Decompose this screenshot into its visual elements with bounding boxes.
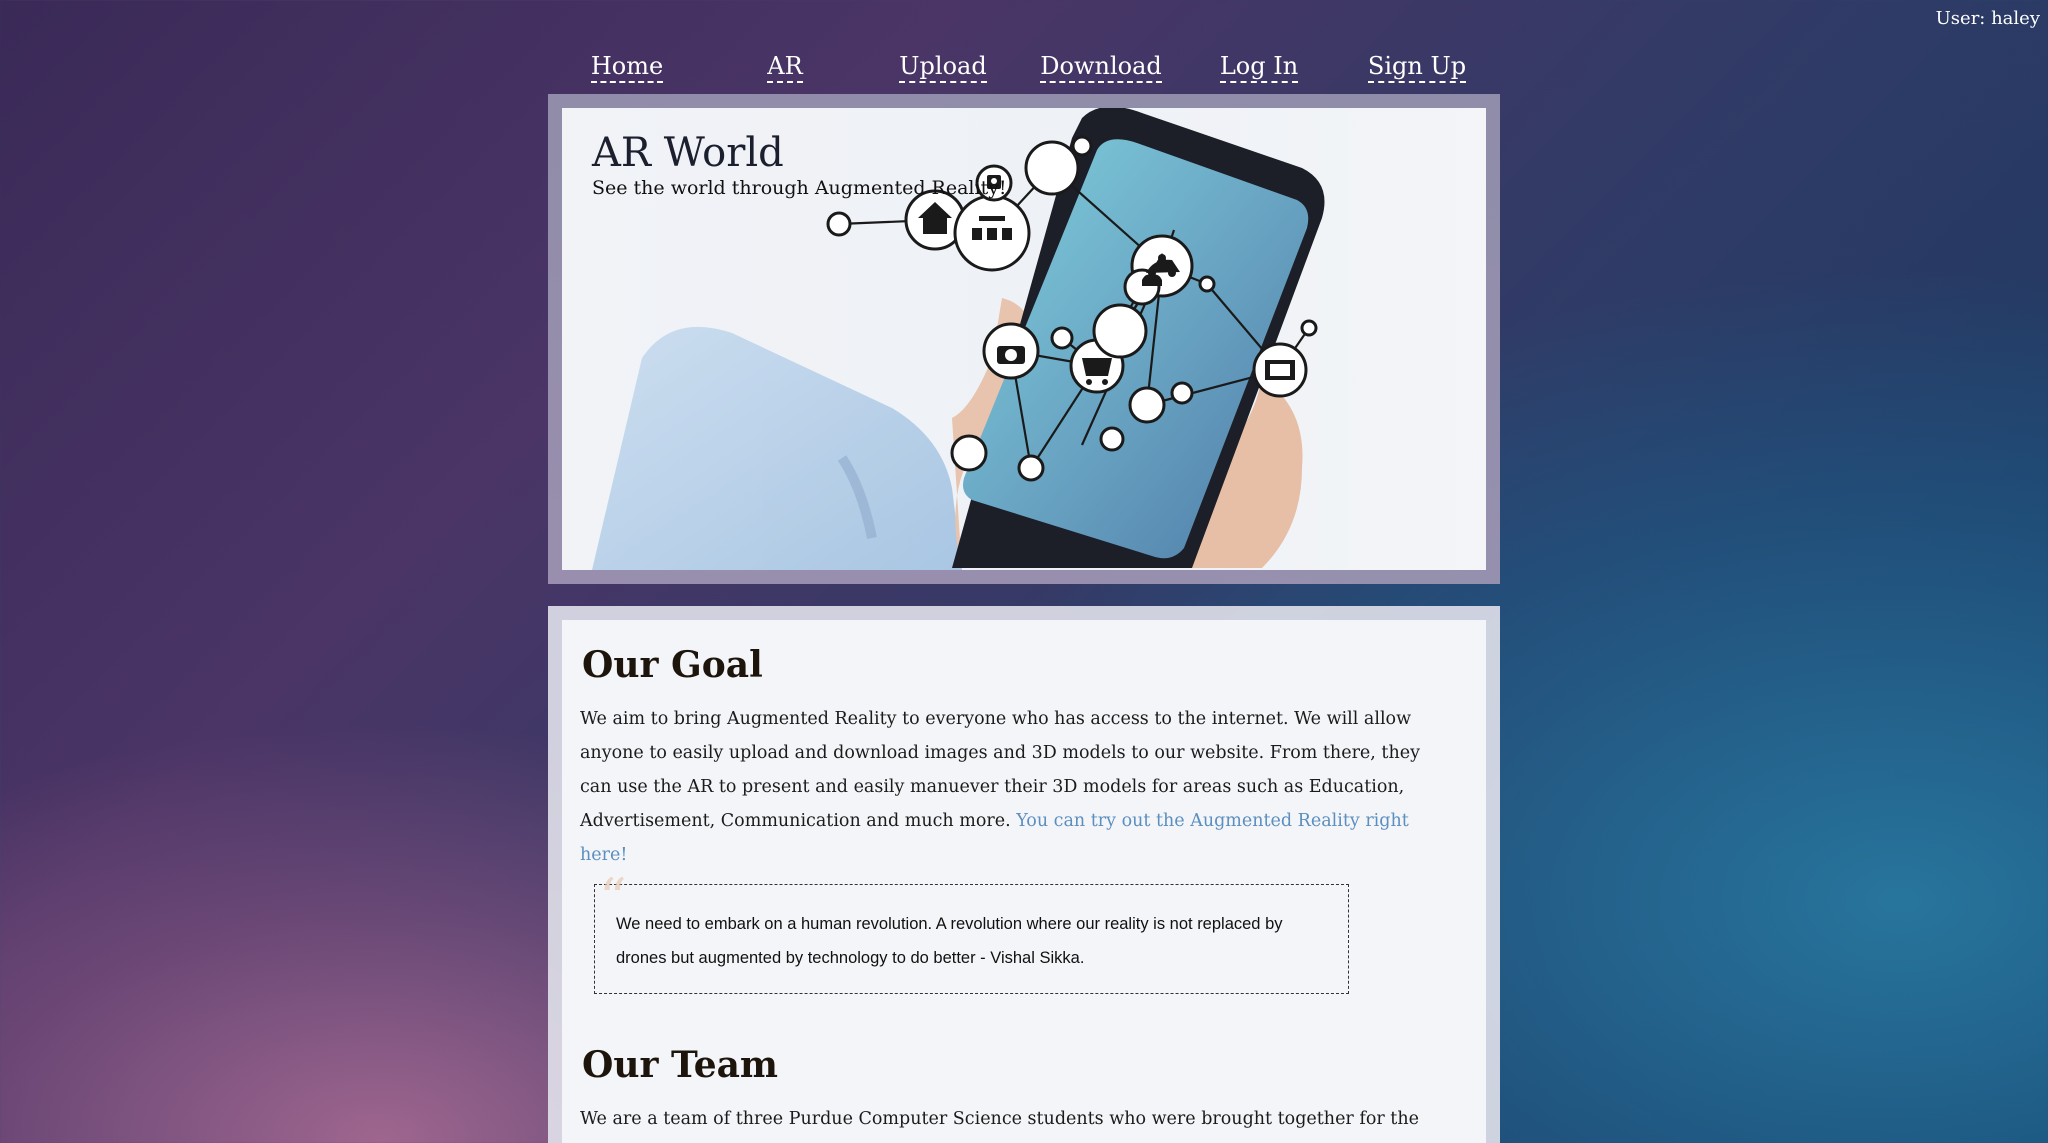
quote-text: We need to embark on a human revolution.…	[616, 915, 1283, 967]
nav-ar-label: AR	[767, 52, 803, 83]
goal-paragraph: We aim to bring Augmented Reality to eve…	[580, 702, 1450, 872]
nav-signup-link[interactable]: Sign Up	[1338, 52, 1496, 83]
nav-ar-link[interactable]: AR	[706, 52, 864, 83]
quote-box: “ We need to embark on a human revolutio…	[594, 867, 1349, 994]
main-nav: Home AR Upload Download Log In Sign Up	[548, 52, 1500, 92]
nav-upload-label: Upload	[899, 52, 987, 83]
nav-upload-link[interactable]: Upload	[864, 52, 1022, 83]
nav-home-label: Home	[590, 52, 664, 83]
goal-heading: Our Goal	[582, 644, 763, 686]
content-panel: Our Goal We aim to bring Augmented Reali…	[562, 620, 1486, 1143]
nav-download-link[interactable]: Download	[1022, 52, 1180, 83]
nav-login-link[interactable]: Log In	[1180, 52, 1338, 83]
nav-signup-label: Sign Up	[1367, 52, 1467, 83]
hero-subtitle: See the world through Augmented Reality!	[592, 177, 1007, 199]
content-frame: Our Goal We aim to bring Augmented Reali…	[548, 606, 1500, 1143]
hero-illustration: AR World See the world through Augmented…	[591, 108, 1325, 570]
team-paragraph: We are a team of three Purdue Computer S…	[580, 1109, 1419, 1129]
nav-login-label: Log In	[1219, 52, 1299, 83]
hero-title: AR World	[591, 130, 784, 176]
hero-frame: AR World See the world through Augmented…	[548, 94, 1500, 584]
network-icon	[979, 216, 1005, 221]
team-heading: Our Team	[582, 1044, 779, 1086]
cart-icon	[1082, 358, 1112, 376]
hero-banner: AR World See the world through Augmented…	[562, 108, 1486, 570]
user-label: User: haley	[1935, 8, 2040, 29]
jeans-shape	[592, 326, 962, 570]
nav-download-label: Download	[1040, 52, 1162, 83]
nav-home-link[interactable]: Home	[548, 52, 706, 83]
